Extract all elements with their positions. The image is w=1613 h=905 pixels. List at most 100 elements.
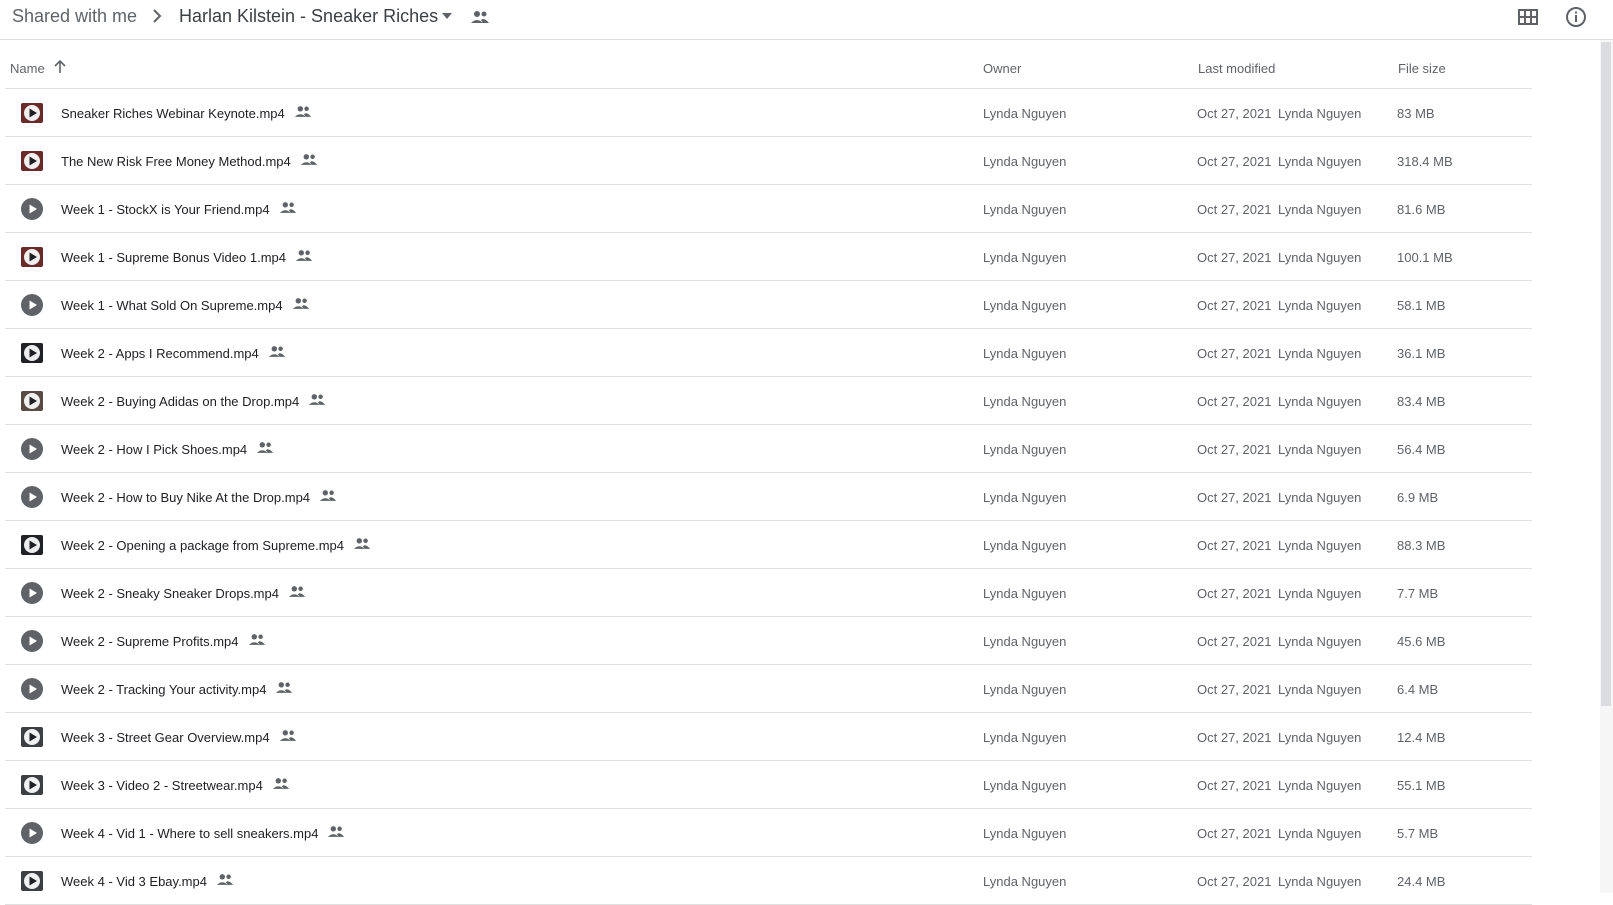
file-modified-date: Oct 27, 2021 — [1197, 730, 1272, 745]
file-name-text: Week 4 - Vid 3 Ebay.mp4 — [61, 874, 207, 889]
table-row[interactable]: Week 2 - Apps I Recommend.mp4 Lynda Nguye… — [5, 329, 1532, 377]
table-row[interactable]: Week 3 - Video 2 - Streetwear.mp4 Lynda N… — [5, 761, 1532, 809]
play-icon — [21, 871, 43, 891]
file-owner: Lynda Nguyen — [983, 154, 1067, 169]
file-owner: Lynda Nguyen — [983, 106, 1067, 121]
file-modified-by: Lynda Nguyen — [1278, 778, 1362, 793]
file-name[interactable]: Sneaker Riches Webinar Keynote.mp4 — [61, 106, 312, 121]
file-name[interactable]: Week 3 - Video 2 - Streetwear.mp4 — [61, 778, 290, 793]
file-modified-date: Oct 27, 2021 — [1197, 490, 1272, 505]
file-modified-by: Lynda Nguyen — [1278, 154, 1362, 169]
file-name[interactable]: Week 2 - Sneaky Sneaker Drops.mp4 — [61, 586, 306, 601]
file-name[interactable]: Week 1 - What Sold On Supreme.mp4 — [61, 298, 310, 313]
table-row[interactable]: Week 4 - Vid 3 Ebay.mp4 Lynda Nguyen Oct 2… — [5, 857, 1532, 905]
file-owner: Lynda Nguyen — [983, 778, 1067, 793]
play-icon — [21, 438, 43, 460]
table-row[interactable]: Week 2 - Tracking Your activity.mp4 Lynda… — [5, 665, 1532, 713]
file-name[interactable]: Week 1 - Supreme Bonus Video 1.mp4 — [61, 250, 313, 265]
file-name-text: Week 2 - Buying Adidas on the Drop.mp4 — [61, 394, 300, 409]
people-icon — [353, 538, 371, 549]
breadcrumb-current-folder[interactable]: Harlan Kilstein - Sneaker Riches — [179, 5, 438, 27]
file-name[interactable]: Week 4 - Vid 3 Ebay.mp4 — [61, 874, 234, 889]
file-name[interactable]: Week 2 - Buying Adidas on the Drop.mp4 — [61, 394, 326, 409]
play-icon — [21, 630, 43, 652]
file-size: 83 MB — [1397, 106, 1435, 121]
file-name[interactable]: Week 4 - Vid 1 - Where to sell sneakers.… — [61, 826, 345, 841]
chevron-right-icon — [153, 9, 162, 23]
info-icon[interactable] — [1564, 5, 1588, 29]
file-owner: Lynda Nguyen — [983, 202, 1067, 217]
file-name[interactable]: The New Risk Free Money Method.mp4 — [61, 154, 318, 169]
file-size: 6.9 MB — [1397, 490, 1439, 505]
arrow-up-icon[interactable] — [53, 60, 67, 74]
table-row[interactable]: Sneaker Riches Webinar Keynote.mp4 Lynda … — [5, 89, 1532, 137]
file-modified-by: Lynda Nguyen — [1278, 298, 1362, 313]
scrollbar-thumb[interactable] — [1601, 42, 1611, 706]
column-header-file-size[interactable]: File size — [1398, 61, 1446, 76]
people-icon — [292, 298, 309, 309]
file-name[interactable]: Week 2 - How to Buy Nike At the Drop.mp4 — [61, 490, 337, 505]
file-owner: Lynda Nguyen — [983, 490, 1067, 505]
file-name-text: Week 2 - How I Pick Shoes.mp4 — [61, 442, 248, 457]
table-row[interactable]: Week 1 - StockX is Your Friend.mp4 Lynda … — [5, 185, 1532, 233]
caret-down-icon[interactable] — [440, 11, 454, 21]
file-name[interactable]: Week 2 - Tracking Your activity.mp4 — [61, 682, 293, 697]
table-row[interactable]: Week 2 - Buying Adidas on the Drop.mp4 Ly… — [5, 377, 1532, 425]
table-row[interactable]: Week 1 - What Sold On Supreme.mp4 Lynda N… — [5, 281, 1532, 329]
file-name[interactable]: Week 2 - Opening a package from Supreme.… — [61, 538, 371, 553]
file-modified-date: Oct 27, 2021 — [1197, 682, 1272, 697]
file-modified-date: Oct 27, 2021 — [1197, 586, 1272, 601]
play-icon — [21, 343, 43, 363]
people-icon — [294, 106, 311, 117]
file-modified-date: Oct 27, 2021 — [1197, 634, 1272, 649]
file-size: 36.1 MB — [1397, 346, 1446, 361]
file-modified-by: Lynda Nguyen — [1278, 442, 1362, 457]
table-row[interactable]: Week 2 - Supreme Profits.mp4 Lynda Nguyen… — [5, 617, 1532, 665]
header-bar: Shared with me Harlan Kilstein - Sneaker… — [0, 0, 1613, 40]
table-row[interactable]: The New Risk Free Money Method.mp4 Lynda … — [5, 137, 1532, 185]
play-icon — [21, 775, 43, 795]
file-name-text: Week 1 - StockX is Your Friend.mp4 — [61, 202, 270, 217]
file-owner: Lynda Nguyen — [983, 874, 1067, 889]
file-modified-by: Lynda Nguyen — [1278, 634, 1362, 649]
file-modified-by: Lynda Nguyen — [1278, 202, 1362, 217]
file-modified-date: Oct 27, 2021 — [1197, 778, 1272, 793]
people-icon — [279, 730, 296, 741]
file-size: 12.4 MB — [1397, 730, 1446, 745]
file-name-text: Week 2 - Opening a package from Supreme.… — [61, 538, 345, 553]
file-name-text: Week 1 - What Sold On Supreme.mp4 — [61, 298, 283, 313]
file-name[interactable]: Week 2 - How I Pick Shoes.mp4 — [61, 442, 274, 457]
breadcrumb-shared-with-me[interactable]: Shared with me — [12, 5, 137, 27]
column-header-owner[interactable]: Owner — [983, 61, 1021, 76]
file-name-text: Week 2 - Tracking Your activity.mp4 — [61, 682, 267, 697]
file-size: 7.7 MB — [1397, 586, 1439, 601]
file-modified-by: Lynda Nguyen — [1278, 250, 1362, 265]
file-owner: Lynda Nguyen — [983, 538, 1067, 553]
file-modified-date: Oct 27, 2021 — [1197, 442, 1272, 457]
file-modified-by: Lynda Nguyen — [1278, 874, 1362, 889]
file-name[interactable]: Week 2 - Apps I Recommend.mp4 — [61, 346, 286, 361]
table-row[interactable]: Week 2 - Sneaky Sneaker Drops.mp4 Lynda N… — [5, 569, 1532, 617]
play-icon — [21, 582, 43, 604]
file-owner: Lynda Nguyen — [983, 394, 1067, 409]
column-header-last-modified[interactable]: Last modified — [1198, 61, 1275, 76]
play-icon — [21, 391, 43, 411]
column-header-name[interactable]: Name — [10, 61, 45, 76]
table-row[interactable]: Week 4 - Vid 1 - Where to sell sneakers.… — [5, 809, 1532, 857]
file-name[interactable]: Week 1 - StockX is Your Friend.mp4 — [61, 202, 297, 217]
table-row[interactable]: Week 3 - Street Gear Overview.mp4 Lynda N… — [5, 713, 1532, 761]
table-row[interactable]: Week 1 - Supreme Bonus Video 1.mp4 Lynda … — [5, 233, 1532, 281]
grid-view-icon[interactable] — [1517, 6, 1539, 28]
play-icon — [21, 535, 43, 555]
file-name[interactable]: Week 2 - Supreme Profits.mp4 — [61, 634, 266, 649]
play-icon — [21, 727, 43, 747]
file-name-text: Week 2 - Apps I Recommend.mp4 — [61, 346, 259, 361]
table-row[interactable]: Week 2 - Opening a package from Supreme.… — [5, 521, 1532, 569]
file-modified-date: Oct 27, 2021 — [1197, 250, 1272, 265]
file-size: 88.3 MB — [1397, 538, 1446, 553]
table-row[interactable]: Week 2 - How I Pick Shoes.mp4 Lynda Nguye… — [5, 425, 1532, 473]
play-icon — [21, 151, 43, 171]
table-row[interactable]: Week 2 - How to Buy Nike At the Drop.mp4… — [5, 473, 1532, 521]
people-icon — [268, 346, 285, 357]
file-name[interactable]: Week 3 - Street Gear Overview.mp4 — [61, 730, 297, 745]
